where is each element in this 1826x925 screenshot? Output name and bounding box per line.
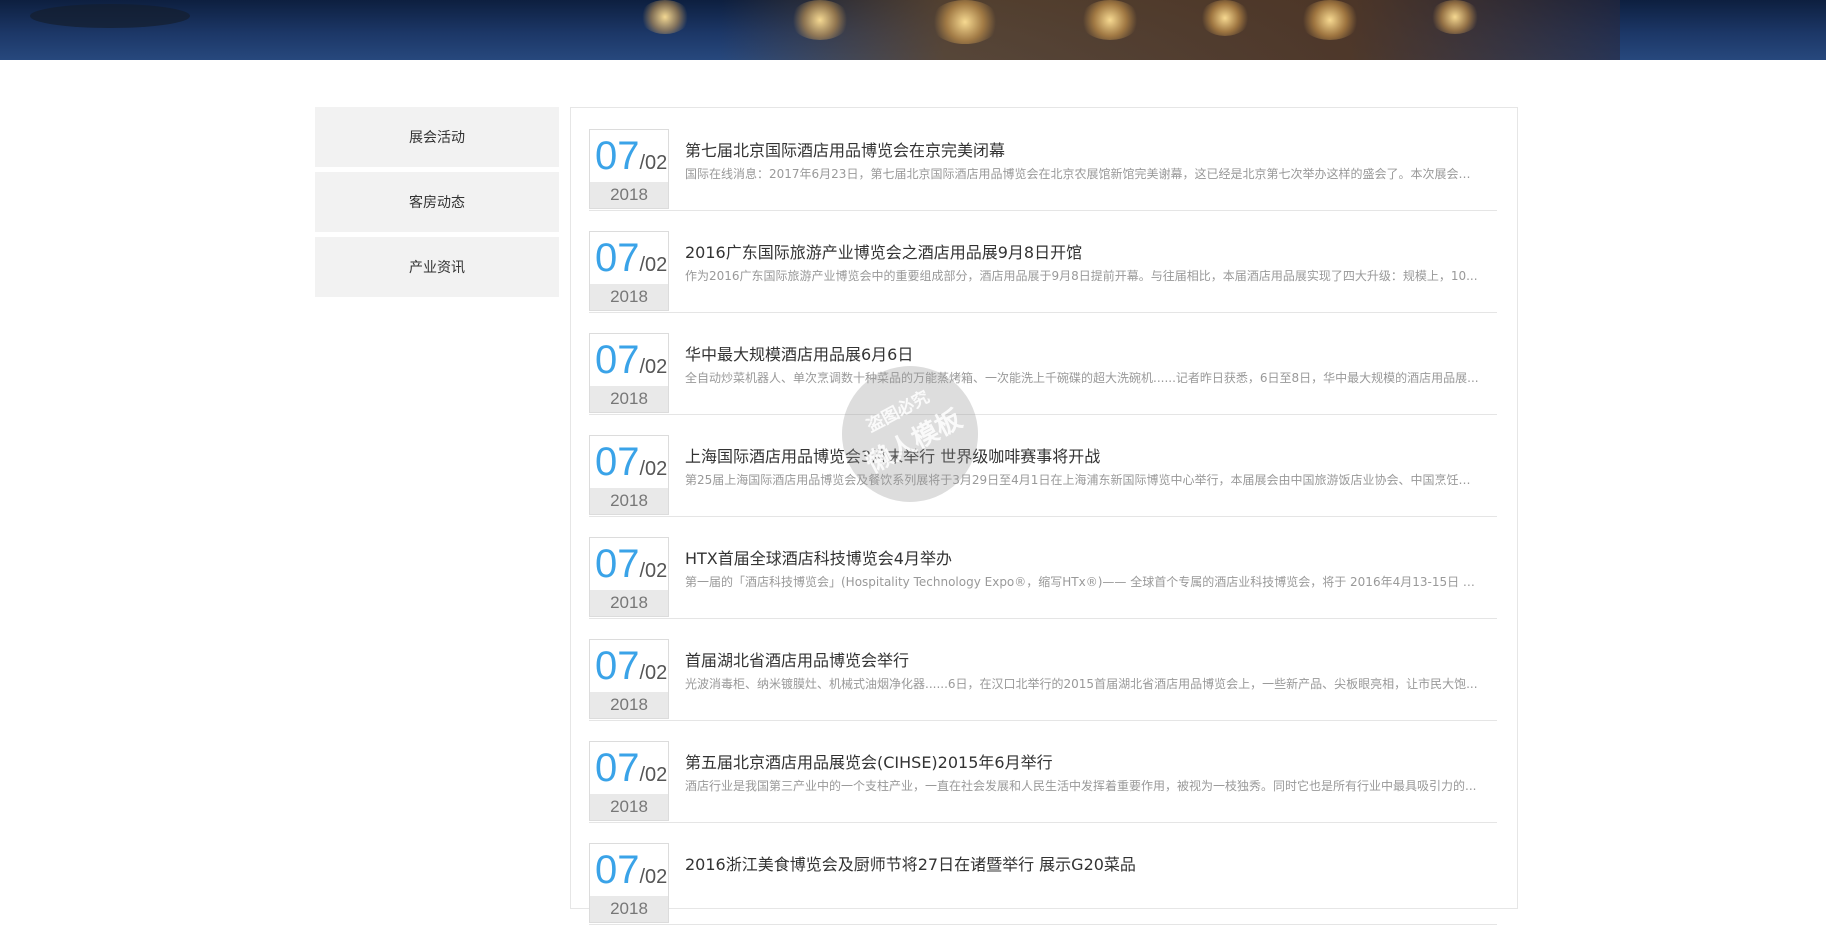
sidebar-item-label: 客房动态 (409, 195, 465, 211)
date-badge: 07/02 2018 (589, 129, 669, 209)
news-item: 07/02 2018 华中最大规模酒店用品展6月6日 全自动炒菜机器人、单次烹调… (589, 312, 1497, 415)
news-item: 07/02 2018 上海国际酒店用品博览会3月末举行 世界级咖啡赛事将开战 第… (589, 414, 1497, 517)
news-summary: 国际在线消息：2017年6月23日，第七届北京国际酒店用品博览会在北京农展馆新馆… (685, 167, 1480, 181)
date-day: /02 (639, 866, 668, 888)
date-year: 2018 (590, 182, 668, 208)
news-title-link[interactable]: 2016广东国际旅游产业博览会之酒店用品展9月8日开馆 (685, 239, 1485, 263)
sidebar-item-industry-news[interactable]: 产业资讯 (315, 237, 559, 297)
date-year: 2018 (590, 386, 668, 412)
banner-lamp-glow (1200, 0, 1250, 36)
date-badge: 07/02 2018 (589, 639, 669, 719)
news-summary: 光波消毒柜、纳米镀膜灶、机械式油烟净化器......6日，在汉口北举行的2015… (685, 677, 1478, 691)
news-title-link[interactable]: 华中最大规模酒店用品展6月6日 (685, 341, 1485, 365)
date-day: /02 (639, 458, 668, 480)
date-month: 07 (595, 542, 640, 586)
date-day: /02 (639, 152, 668, 174)
news-item: 07/02 2018 2016浙江美食博览会及厨师节将27日在诸暨举行 展示G2… (589, 822, 1497, 925)
sidebar-item-label: 展会活动 (409, 130, 465, 146)
banner-lamp-glow (790, 0, 850, 40)
date-badge: 07/02 2018 (589, 741, 669, 821)
banner-lamp-glow (1300, 0, 1360, 40)
banner-lamp-glow (1430, 0, 1480, 34)
banner-island-shape (30, 4, 190, 28)
date-day: /02 (639, 764, 668, 786)
news-list: 07/02 2018 第七届北京国际酒店用品博览会在京完美闭幕 国际在线消息：2… (570, 107, 1518, 925)
news-item: 07/02 2018 首届湖北省酒店用品博览会举行 光波消毒柜、纳米镀膜灶、机械… (589, 618, 1497, 721)
sidebar-item-label: 产业资讯 (409, 260, 465, 276)
date-month: 07 (595, 644, 640, 688)
date-year: 2018 (590, 896, 668, 922)
date-year: 2018 (590, 488, 668, 514)
news-summary: 全自动炒菜机器人、单次烹调数十种菜品的万能蒸烤箱、一次能洗上千碗碟的超大洗碗机.… (685, 371, 1479, 385)
date-badge: 07/02 2018 (589, 333, 669, 413)
date-day: /02 (639, 254, 668, 276)
news-summary: 第一届的「酒店科技博览会」(Hospitality Technology Exp… (685, 575, 1480, 589)
date-month: 07 (595, 746, 640, 790)
date-day: /02 (639, 560, 668, 582)
date-year: 2018 (590, 794, 668, 820)
date-badge: 07/02 2018 (589, 537, 669, 617)
date-month: 07 (595, 338, 640, 382)
news-summary: 第25届上海国际酒店用品博览会及餐饮系列展将于3月29日至4月1日在上海浦东新国… (685, 473, 1480, 487)
news-item: 07/02 2018 第五届北京酒店用品展览会(CIHSE)2015年6月举行 … (589, 720, 1497, 823)
sidebar-item-room-news[interactable]: 客房动态 (315, 172, 559, 232)
news-summary: 作为2016广东国际旅游产业博览会中的重要组成部分，酒店用品展于9月8日提前开幕… (685, 269, 1478, 283)
news-item: 07/02 2018 2016广东国际旅游产业博览会之酒店用品展9月8日开馆 作… (589, 210, 1497, 313)
news-title-link[interactable]: 2016浙江美食博览会及厨师节将27日在诸暨举行 展示G20菜品 (685, 851, 1485, 875)
date-badge: 07/02 2018 (589, 843, 669, 923)
header-banner-image (0, 0, 1826, 60)
news-summary: 酒店行业是我国第三产业中的一个支柱产业，一直在社会发展和人民生活中发挥着重要作用… (685, 779, 1477, 793)
news-title-link[interactable]: HTX首届全球酒店科技博览会4月举办 (685, 545, 1485, 569)
news-title-link[interactable]: 首届湖北省酒店用品博览会举行 (685, 647, 1485, 671)
news-title-link[interactable]: 第七届北京国际酒店用品博览会在京完美闭幕 (685, 137, 1485, 161)
banner-lamp-glow (1080, 0, 1140, 40)
news-title-link[interactable]: 第五届北京酒店用品展览会(CIHSE)2015年6月举行 (685, 749, 1485, 773)
date-month: 07 (595, 848, 640, 892)
banner-lamp-glow (930, 0, 1000, 44)
date-badge: 07/02 2018 (589, 435, 669, 515)
category-sidebar: 展会活动 客房动态 产业资讯 (315, 107, 559, 302)
date-year: 2018 (590, 590, 668, 616)
date-year: 2018 (590, 284, 668, 310)
date-badge: 07/02 2018 (589, 231, 669, 311)
date-day: /02 (639, 662, 668, 684)
banner-terrace-shape (720, 0, 1620, 60)
date-month: 07 (595, 134, 640, 178)
news-item: 07/02 2018 第七届北京国际酒店用品博览会在京完美闭幕 国际在线消息：2… (589, 108, 1497, 211)
news-item: 07/02 2018 HTX首届全球酒店科技博览会4月举办 第一届的「酒店科技博… (589, 516, 1497, 619)
date-month: 07 (595, 236, 640, 280)
sidebar-item-exhibition-events[interactable]: 展会活动 (315, 107, 559, 167)
date-day: /02 (639, 356, 668, 378)
date-year: 2018 (590, 692, 668, 718)
date-month: 07 (595, 440, 640, 484)
news-title-link[interactable]: 上海国际酒店用品博览会3月末举行 世界级咖啡赛事将开战 (685, 443, 1485, 467)
banner-lamp-glow (640, 0, 690, 34)
